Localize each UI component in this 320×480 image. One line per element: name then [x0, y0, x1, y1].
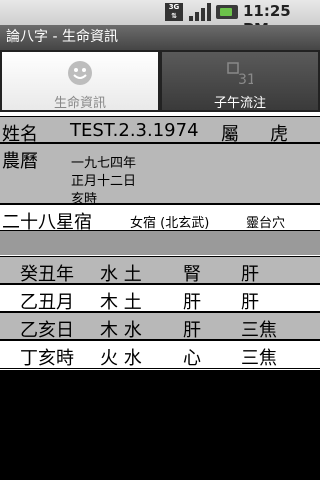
tab-life-info[interactable]: 生命資訊 [2, 52, 158, 111]
table-cell-meridian: 三焦 [241, 348, 277, 369]
table-cell-element: 木 水 [100, 320, 142, 341]
clock-icon: 31 [227, 62, 253, 86]
network-3g-icon: 3G ⇅ [165, 3, 183, 21]
table-row: 乙丑月 木 土 肝 肝 [0, 284, 320, 313]
signal-strength-icon [189, 3, 211, 21]
table-row: 癸丑年 水 土 腎 肝 [0, 256, 320, 285]
smiley-icon [68, 61, 92, 85]
battery-icon [216, 5, 238, 19]
table-cell-organ: 肝 [183, 292, 201, 313]
table-cell-ganzhi: 丁亥時 [20, 348, 74, 369]
table-cell-meridian: 三焦 [241, 320, 277, 341]
table-cell-ganzhi: 乙丑月 [20, 292, 74, 313]
table-cell-element: 木 土 [100, 292, 142, 313]
table-cell-meridian: 肝 [241, 264, 259, 285]
table-cell-organ: 肝 [183, 320, 201, 341]
table-cell-element: 水 土 [100, 264, 142, 285]
app-title: 論八字 - 生命資訊 [0, 25, 320, 50]
mansion-value: 女宿 (北玄武) [130, 216, 210, 231]
table-cell-meridian: 肝 [241, 292, 259, 313]
svg-text:31: 31 [238, 72, 253, 86]
name-row: 姓名 TEST.2.3.1974 屬 虎 [0, 116, 320, 145]
life-info-panel: 姓名 TEST.2.3.1974 屬 虎 農曆 一九七四年 正月十二日 亥時 二… [0, 112, 320, 370]
mansion-point: 靈台穴 [246, 216, 286, 231]
table-cell-organ: 心 [183, 348, 201, 369]
table-cell-ganzhi: 乙亥日 [20, 320, 74, 341]
lunar-label: 農曆 [2, 151, 38, 172]
section-divider [0, 231, 320, 255]
table-row: 乙亥日 木 水 肝 三焦 [0, 312, 320, 341]
mansion-row: 二十八星宿 女宿 (北玄武) 靈台穴 [0, 204, 320, 233]
tab-meridian-flow-label: 子午流注 [213, 96, 266, 111]
lunar-year: 一九七四年 [71, 156, 137, 171]
table-cell-organ: 腎 [183, 264, 201, 285]
table-cell-ganzhi: 癸丑年 [20, 264, 74, 285]
name-value: TEST.2.3.1974 [70, 120, 199, 141]
status-bar: 3G⇅ 11:25 PM [0, 0, 320, 38]
tab-life-info-label: 生命資訊 [53, 96, 106, 111]
lunar-row: 農曆 一九七四年 正月十二日 亥時 [0, 143, 320, 207]
table-cell-element: 火 水 [100, 348, 142, 369]
table-row: 丁亥時 火 水 心 三焦 [0, 340, 320, 369]
tab-meridian-flow[interactable]: 31 子午流注 [162, 52, 318, 111]
lunar-month-day: 正月十二日 [71, 174, 137, 189]
tab-bar: 生命資訊 31 子午流注 [0, 50, 320, 112]
